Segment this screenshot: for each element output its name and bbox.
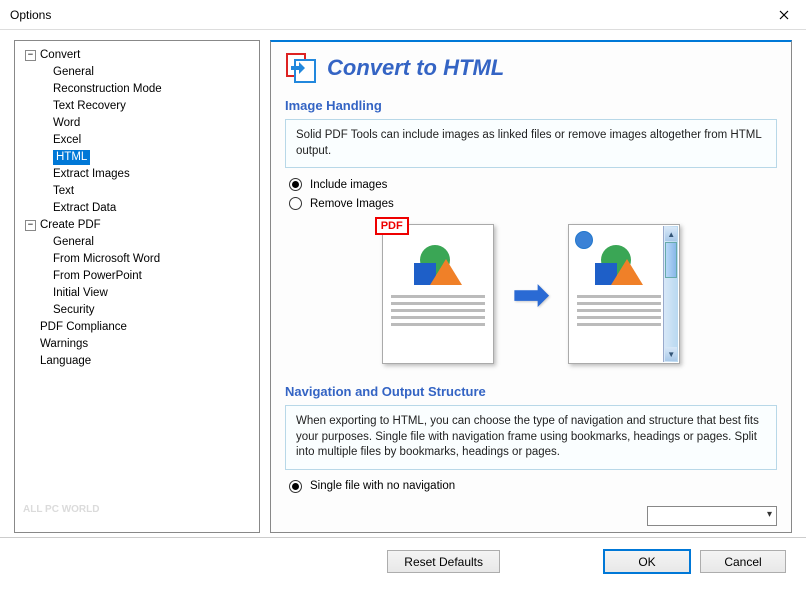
- radio-remove-images[interactable]: Remove Images: [289, 197, 777, 210]
- window-title: Options: [10, 8, 51, 22]
- tree-item-convert[interactable]: −Convert: [19, 47, 255, 64]
- close-icon: [779, 10, 789, 20]
- html-doc-icon: ▲ ▼: [568, 224, 680, 364]
- scrollbar-icon: ▲ ▼: [663, 226, 678, 362]
- collapse-icon[interactable]: −: [25, 50, 36, 61]
- tree-item-reconstruction[interactable]: Reconstruction Mode: [19, 81, 255, 98]
- watermark: ALL PC WORLD: [23, 494, 143, 524]
- reset-defaults-button[interactable]: Reset Defaults: [387, 550, 500, 573]
- section-navigation-desc: When exporting to HTML, you can choose t…: [285, 405, 777, 470]
- arrow-right-icon: ➡: [512, 267, 551, 321]
- tree-item-language[interactable]: Language: [19, 353, 255, 370]
- tree-item-extract-data[interactable]: Extract Data: [19, 200, 255, 217]
- tree-item-text[interactable]: Text: [19, 183, 255, 200]
- close-button[interactable]: [761, 0, 806, 30]
- tree-item-warnings[interactable]: Warnings: [19, 336, 255, 353]
- illustration: PDF ➡ ▲ ▼: [285, 224, 777, 364]
- radio-single-file[interactable]: Single file with no navigation: [289, 480, 777, 493]
- tree-item-powerpoint[interactable]: From PowerPoint: [19, 268, 255, 285]
- content-panel: Convert to HTML Image Handling Solid PDF…: [270, 40, 792, 533]
- tree-item-text-recovery[interactable]: Text Recovery: [19, 98, 255, 115]
- pdf-badge: PDF: [375, 217, 409, 235]
- tree-item-word[interactable]: Word: [19, 115, 255, 132]
- cancel-button[interactable]: Cancel: [700, 550, 786, 573]
- tree-item-extract-images[interactable]: Extract Images: [19, 166, 255, 183]
- radio-icon: [289, 480, 302, 493]
- tree-item-html[interactable]: HTML: [19, 149, 255, 166]
- tree-item-pdf-compliance[interactable]: PDF Compliance: [19, 319, 255, 336]
- section-navigation-title: Navigation and Output Structure: [285, 384, 777, 399]
- tree-item-general[interactable]: General: [19, 64, 255, 81]
- radio-include-images[interactable]: Include images: [289, 178, 777, 191]
- tree-item-create-pdf[interactable]: −Create PDF: [19, 217, 255, 234]
- options-tree[interactable]: −Convert General Reconstruction Mode Tex…: [14, 40, 260, 533]
- section-image-handling-title: Image Handling: [285, 98, 777, 113]
- button-row: Reset Defaults OK Cancel: [0, 538, 806, 585]
- tree-item-security[interactable]: Security: [19, 302, 255, 319]
- tree-item-general2[interactable]: General: [19, 234, 255, 251]
- radio-icon: [289, 178, 302, 191]
- pdf-doc-icon: PDF: [382, 224, 494, 364]
- title-bar: Options: [0, 0, 806, 30]
- dropdown-select[interactable]: [647, 506, 777, 526]
- radio-icon: [289, 197, 302, 210]
- tree-item-excel[interactable]: Excel: [19, 132, 255, 149]
- main-area: −Convert General Reconstruction Mode Tex…: [0, 30, 806, 533]
- collapse-icon[interactable]: −: [25, 220, 36, 231]
- section-image-handling-desc: Solid PDF Tools can include images as li…: [285, 119, 777, 168]
- tree-item-msword[interactable]: From Microsoft Word: [19, 251, 255, 268]
- panel-title: Convert to HTML: [327, 55, 504, 81]
- tree-item-initial-view[interactable]: Initial View: [19, 285, 255, 302]
- ok-button[interactable]: OK: [604, 550, 690, 573]
- convert-html-icon: [285, 52, 317, 84]
- panel-header: Convert to HTML: [285, 52, 777, 84]
